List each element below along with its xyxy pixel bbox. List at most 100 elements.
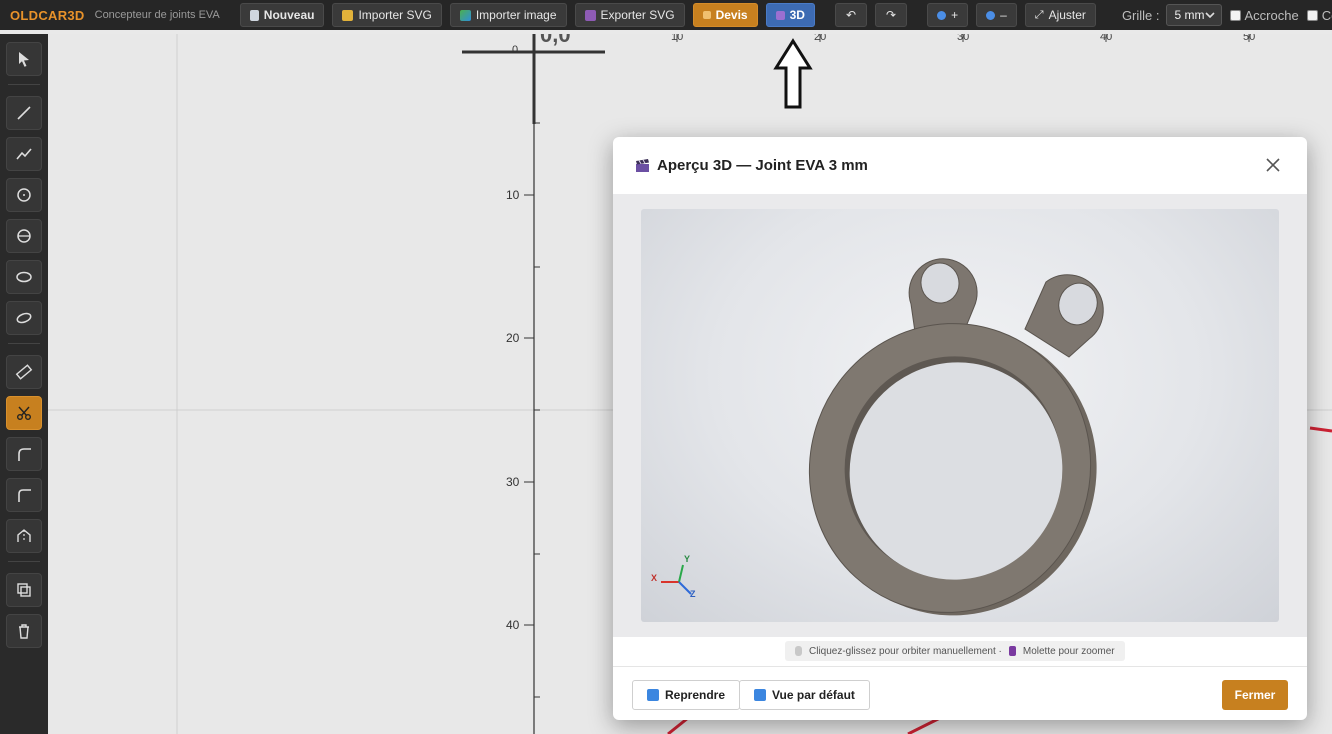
default-view-button[interactable]: Vue par défaut (739, 680, 870, 710)
axis-z-label: Z (690, 589, 696, 599)
polyline-tool[interactable] (6, 137, 42, 171)
quote-label: Devis (715, 8, 748, 22)
redo-icon: ↷ (886, 8, 897, 22)
circle-icon (17, 188, 31, 202)
chamfer-tool[interactable] (6, 478, 42, 512)
rotated-ellipse-icon (16, 312, 32, 324)
default-view-label: Vue par défaut (772, 688, 855, 702)
three-d-button[interactable]: 3D (765, 3, 815, 27)
ruler-label-left: 10 (506, 188, 520, 202)
chamfer-icon (18, 489, 31, 502)
tool-divider (8, 561, 40, 562)
magnifier-icon (937, 10, 947, 20)
scissors-icon (17, 406, 31, 420)
grid-label: Grille : (1121, 7, 1160, 23)
viewer-hint: Cliquez-glissez pour orbiter manuellemen… (785, 641, 1125, 661)
refresh-icon (754, 689, 766, 701)
ruler-label-left: 30 (506, 475, 520, 489)
import-image-label: Importer image (475, 8, 557, 22)
export-svg-button[interactable]: Exporter SVG (574, 3, 685, 27)
ruler-label-left: 40 (506, 618, 520, 632)
zoom-in-label: + (951, 8, 959, 22)
line-tool[interactable] (6, 96, 42, 130)
ruler-label-top: 50 (1243, 34, 1256, 43)
three-d-viewport[interactable]: X Y Z (641, 209, 1279, 622)
app-subtitle: Concepteur de joints EVA (94, 9, 220, 21)
snap-label: Accroche (1244, 7, 1299, 23)
resume-button[interactable]: Reprendre (632, 680, 741, 710)
measure-tool[interactable] (6, 355, 42, 389)
preview-3d-modal: Aperçu 3D — Joint EVA 3 mm X Y Z Cliquez… (613, 137, 1307, 720)
checkbox-icon (1306, 9, 1318, 21)
fillet-tool[interactable] (6, 437, 42, 471)
delete-tool[interactable] (6, 614, 42, 648)
ruler-label-top: 0 (512, 44, 519, 56)
ruler-label-left: 20 (506, 331, 520, 345)
rotated-ellipse-tool[interactable] (6, 301, 42, 335)
mirror-icon (17, 529, 31, 542)
checkbox-icon (1229, 9, 1241, 21)
import-svg-label: Importer SVG (358, 8, 432, 22)
circle-tool[interactable] (6, 178, 42, 212)
grid-size-value: 5 mm (1174, 8, 1205, 22)
close-button[interactable]: Fermer (1222, 680, 1288, 710)
select-tool[interactable] (6, 42, 42, 76)
quote-button[interactable]: Devis (692, 3, 758, 27)
cut-tool[interactable] (6, 396, 42, 430)
duplicate-tool[interactable] (6, 573, 42, 607)
modal-header: Aperçu 3D — Joint EVA 3 mm (613, 137, 1307, 194)
import-image-button[interactable]: Importer image (449, 3, 567, 27)
ellipse-icon (16, 271, 32, 283)
extra-checkbox[interactable]: Co (1306, 7, 1332, 23)
ellipse-tool[interactable] (6, 260, 42, 294)
expand-icon: ⤢ (1034, 8, 1044, 21)
extra-label: Co (1321, 7, 1332, 23)
redo-button[interactable]: ↷ (875, 3, 908, 27)
chevron-down-icon (1204, 12, 1215, 18)
ruler-label-top: 10 (671, 34, 684, 43)
app-brand: OLDCAR3D (10, 7, 85, 23)
mouse-icon (795, 646, 802, 656)
left-toolbar (0, 34, 48, 734)
up-arrow-icon (773, 38, 813, 109)
magnifier-icon (986, 10, 996, 20)
top-toolbar: OLDCAR3D Concepteur de joints EVA Nouvea… (0, 0, 1332, 30)
close-icon[interactable] (1265, 157, 1281, 173)
polyline-icon (16, 148, 32, 160)
ruler-label-top: 30 (957, 34, 970, 43)
viewer-container: X Y Z (613, 194, 1307, 637)
play-icon (647, 689, 659, 701)
grid-size-select[interactable]: 5 mm (1165, 4, 1222, 26)
save-icon (584, 9, 596, 21)
line-icon (17, 106, 31, 120)
circle-diameter-icon (17, 229, 31, 243)
axis-y-label: Y (684, 554, 691, 564)
axis-gizmo (661, 564, 692, 595)
undo-button[interactable]: ↶ (834, 3, 867, 27)
three-d-label: 3D (789, 8, 805, 22)
new-button[interactable]: Nouveau (239, 3, 325, 27)
fit-button[interactable]: ⤢ Ajuster (1024, 3, 1096, 27)
ruler-label-top: 20 (814, 34, 827, 43)
copy-icon (17, 583, 31, 597)
origin-label: 0,0 (540, 34, 571, 47)
modal-title: Aperçu 3D — Joint EVA 3 mm (657, 157, 868, 174)
scroll-icon (1008, 646, 1016, 656)
export-svg-label: Exporter SVG (600, 8, 675, 22)
ruler-icon (15, 364, 33, 380)
hint-orbit: Cliquez-glissez pour orbiter manuellemen… (809, 645, 1002, 657)
mirror-tool[interactable] (6, 519, 42, 553)
tool-divider (8, 343, 40, 344)
trash-icon (19, 624, 29, 639)
resume-label: Reprendre (665, 688, 726, 702)
zoom-in-button[interactable]: + (927, 3, 969, 27)
undo-icon: ↶ (845, 8, 856, 22)
import-svg-button[interactable]: Importer SVG (332, 3, 442, 27)
cursor-icon (19, 52, 29, 67)
zoom-out-button[interactable]: – (976, 3, 1017, 27)
circle-diameter-tool[interactable] (6, 219, 42, 253)
quote-icon (702, 11, 711, 19)
new-label: Nouveau (263, 8, 315, 22)
snap-checkbox[interactable]: Accroche (1229, 7, 1299, 23)
ruler-label-top: 40 (1100, 34, 1113, 43)
